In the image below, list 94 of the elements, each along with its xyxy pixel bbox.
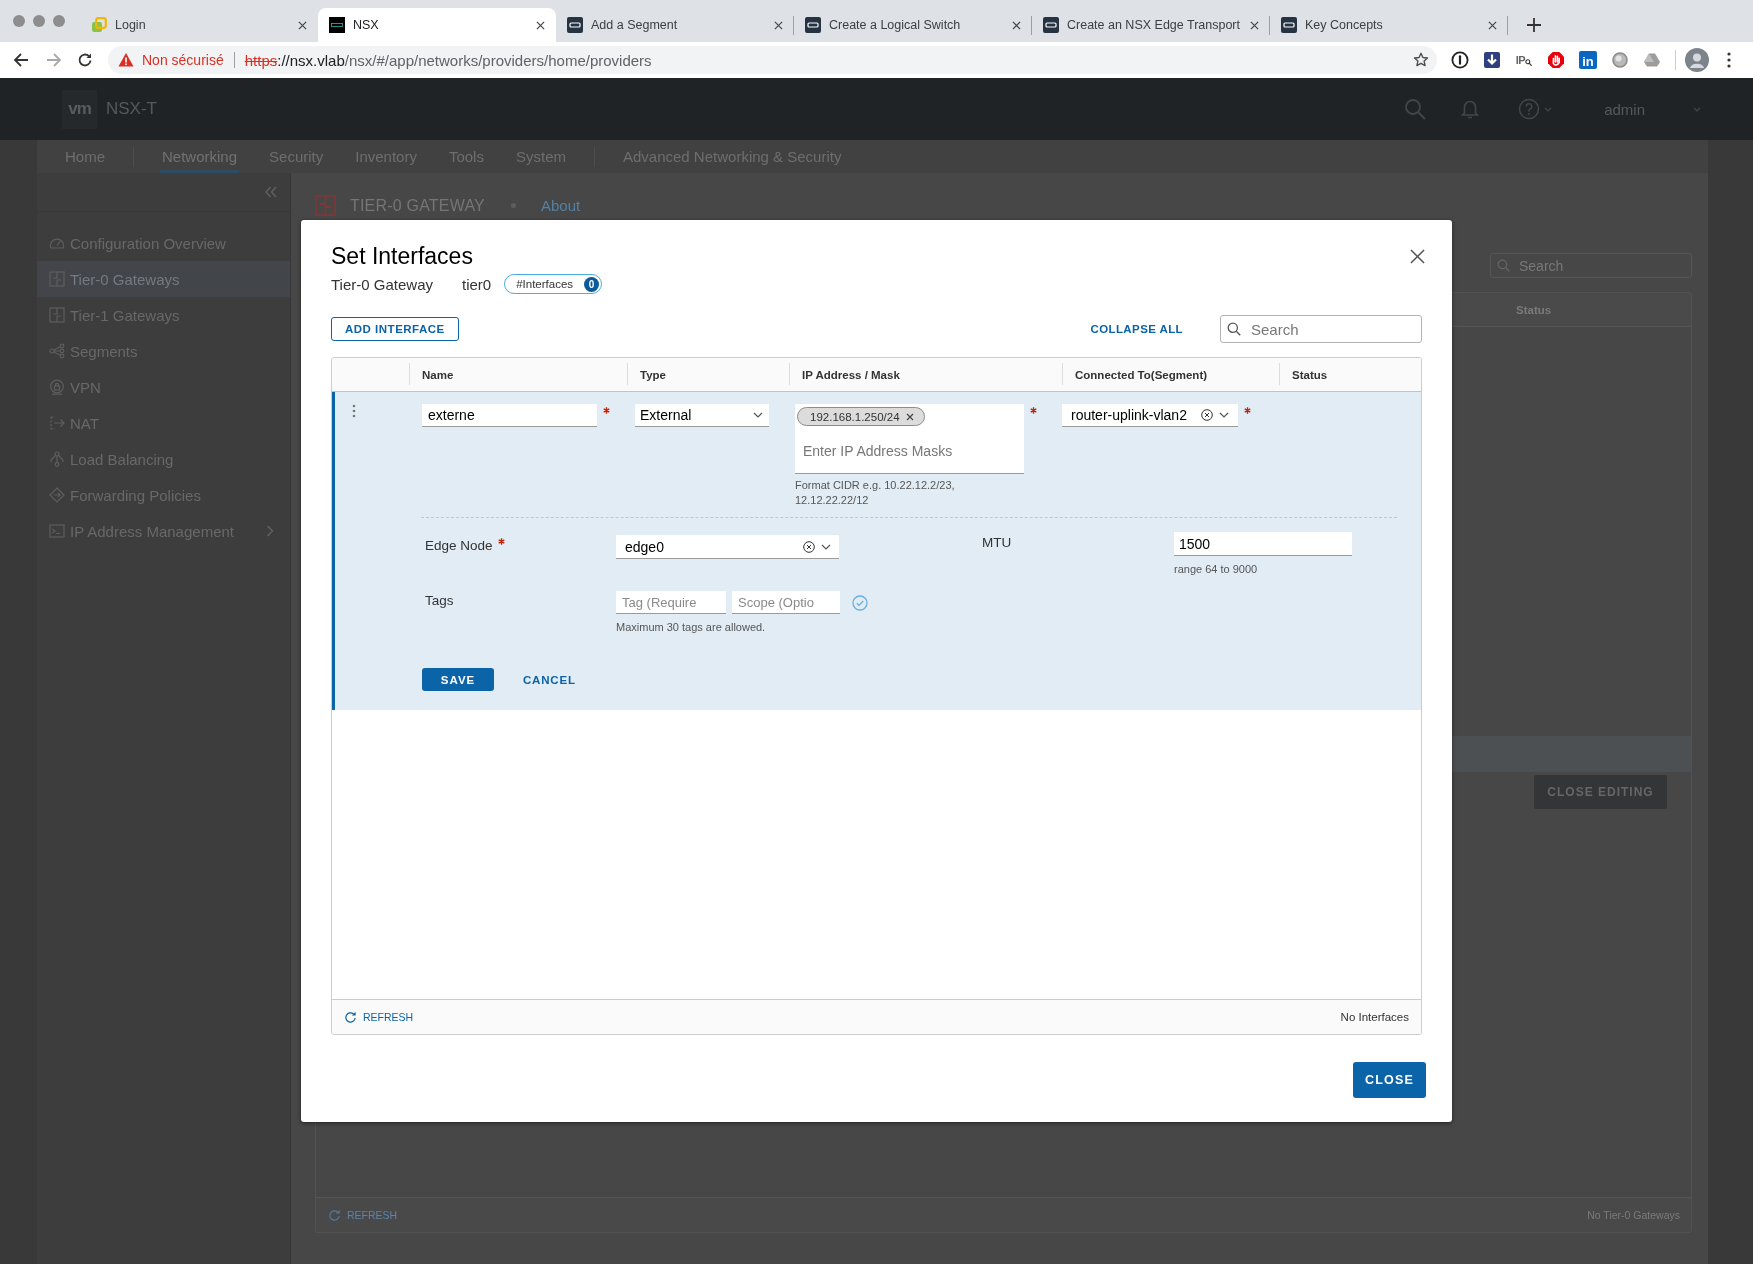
more-icon[interactable] <box>1727 52 1731 68</box>
overlapping-squares-icon <box>91 17 107 33</box>
close-icon[interactable] <box>298 20 307 30</box>
column-header: Type <box>627 358 789 391</box>
search-icon <box>1227 322 1241 336</box>
count-badge: 0 <box>584 276 600 292</box>
window-control-button[interactable] <box>13 15 25 27</box>
magnifier-icon <box>1525 59 1533 66</box>
check-circle-icon[interactable] <box>852 594 868 611</box>
close-button[interactable]: CLOSE <box>1352 1062 1426 1098</box>
url-text: https://nsx.vlab/nsx/#/app/networks/providers/home/providers <box>244 51 652 69</box>
tile-icon <box>329 17 345 33</box>
chevron-down-icon <box>821 543 831 550</box>
gateway-label: Tier-0 Gateway <box>331 275 433 293</box>
browser-tab[interactable]: Key Concepts <box>1270 8 1508 42</box>
column-header: IP Address / Mask <box>789 358 1062 391</box>
mask-input[interactable]: Enter IP Address Masks <box>797 439 1013 463</box>
collapse-all-button[interactable]: COLLAPSE ALL <box>1090 323 1183 335</box>
field-hint: Format CIDR e.g. 10.22.12.2/23, 12.12.22.22/12 <box>795 478 956 508</box>
item-count: No Interfaces <box>1340 1011 1409 1023</box>
diamond-arrow-icon <box>49 487 65 503</box>
sphere-icon[interactable] <box>1611 51 1629 69</box>
ip-address-field[interactable]: 192.168.1.250/24 Enter IP Address Masks <box>795 404 1024 474</box>
dialog-title: Set Interfaces <box>331 242 473 270</box>
vertical-dots-icon[interactable] <box>352 404 356 418</box>
window-control-button[interactable] <box>33 15 45 27</box>
save-button[interactable]: SAVE <box>422 668 494 691</box>
field-hint: Maximum 30 tags are allowed. <box>616 621 766 634</box>
lock-circle-icon <box>49 379 65 395</box>
refresh-button[interactable]: REFRESH <box>344 1010 414 1024</box>
close-icon[interactable] <box>536 20 545 30</box>
column-header: Connected To(Segment) <box>1062 358 1279 391</box>
name-field[interactable]: externe <box>422 404 597 427</box>
square-lines-icon <box>49 307 65 323</box>
mtu-field[interactable]: 1500 <box>1174 532 1352 556</box>
segment-select[interactable]: router-uplink-vlan2 <box>1062 404 1238 427</box>
field-hint: range 64 to 9000 <box>1174 563 1258 576</box>
gateway-name: tier0 <box>462 275 492 293</box>
column-header: Name <box>409 358 627 391</box>
warning-icon <box>118 52 134 68</box>
tile-icon <box>805 17 821 33</box>
extension-button[interactable]: in <box>1579 51 1597 69</box>
add-interface-button[interactable]: ADD INTERFACE <box>331 317 459 341</box>
edge-node-select[interactable]: edge0 <box>616 535 839 559</box>
stop-sign-icon[interactable] <box>1547 51 1565 69</box>
tile-icon <box>567 17 583 33</box>
field-label: Tags <box>425 593 454 608</box>
ring-icon[interactable] <box>1451 51 1469 69</box>
back-arrow-icon[interactable] <box>13 52 29 68</box>
refresh-icon <box>344 1010 357 1024</box>
window-control-button[interactable] <box>53 15 65 27</box>
dashed-arrow-icon <box>49 415 65 431</box>
clear-icon[interactable] <box>1201 409 1213 421</box>
browser-tab[interactable]: Login <box>80 8 318 42</box>
browser-tab[interactable]: NSX <box>318 8 556 42</box>
interfaces-label: #Interfaces <box>516 278 574 290</box>
clear-icon[interactable] <box>803 540 815 553</box>
star-icon[interactable] <box>1413 52 1429 68</box>
triangle-icon[interactable] <box>1643 51 1661 69</box>
close-icon[interactable] <box>1250 20 1259 30</box>
browser-tab[interactable]: Create a Logical Switch <box>794 8 1032 42</box>
close-icon[interactable] <box>1012 20 1021 30</box>
column-header: Status <box>1279 358 1421 391</box>
remove-icon[interactable] <box>905 412 914 421</box>
extension-button[interactable]: IP <box>1515 54 1533 66</box>
cancel-button[interactable]: CANCEL <box>523 673 576 686</box>
square-lines-icon <box>315 195 336 216</box>
close-icon[interactable] <box>774 20 783 30</box>
refresh-icon <box>328 1208 341 1222</box>
tile-icon <box>1281 17 1297 33</box>
close-icon[interactable] <box>1488 20 1497 30</box>
browser-tab[interactable]: Add a Segment <box>556 8 794 42</box>
close-icon[interactable] <box>1410 248 1425 264</box>
tag-text: 192.168.1.250/24 <box>810 410 900 423</box>
terminal-icon <box>49 523 65 539</box>
chevron-down-icon <box>753 412 763 418</box>
field-label: Edge Node <box>425 538 493 553</box>
chevron-down-icon <box>1219 412 1229 418</box>
avatar-icon[interactable] <box>1685 48 1709 72</box>
download-icon[interactable] <box>1483 51 1501 69</box>
browser-tab[interactable]: Create an NSX Edge Transport <box>1032 8 1270 42</box>
scope-field[interactable]: Scope (Optio <box>732 591 840 614</box>
tile-icon <box>1043 17 1059 33</box>
type-select[interactable]: External <box>635 404 769 427</box>
address-field[interactable]: Non sécurisé https://nsx.vlab/nsx/#/app/networks/providers/home/providers <box>108 46 1437 74</box>
plus-icon[interactable] <box>1527 18 1541 32</box>
security-warning-text: Non sécurisé <box>142 52 224 68</box>
share-nodes-icon <box>49 343 65 359</box>
tag-field[interactable]: Tag (Require <box>616 591 726 614</box>
reload-icon[interactable] <box>77 52 93 68</box>
search-field[interactable]: Search <box>1220 315 1422 343</box>
search-icon <box>1497 259 1510 272</box>
field-label: MTU <box>982 535 1012 550</box>
branching-nodes-icon <box>49 451 65 467</box>
